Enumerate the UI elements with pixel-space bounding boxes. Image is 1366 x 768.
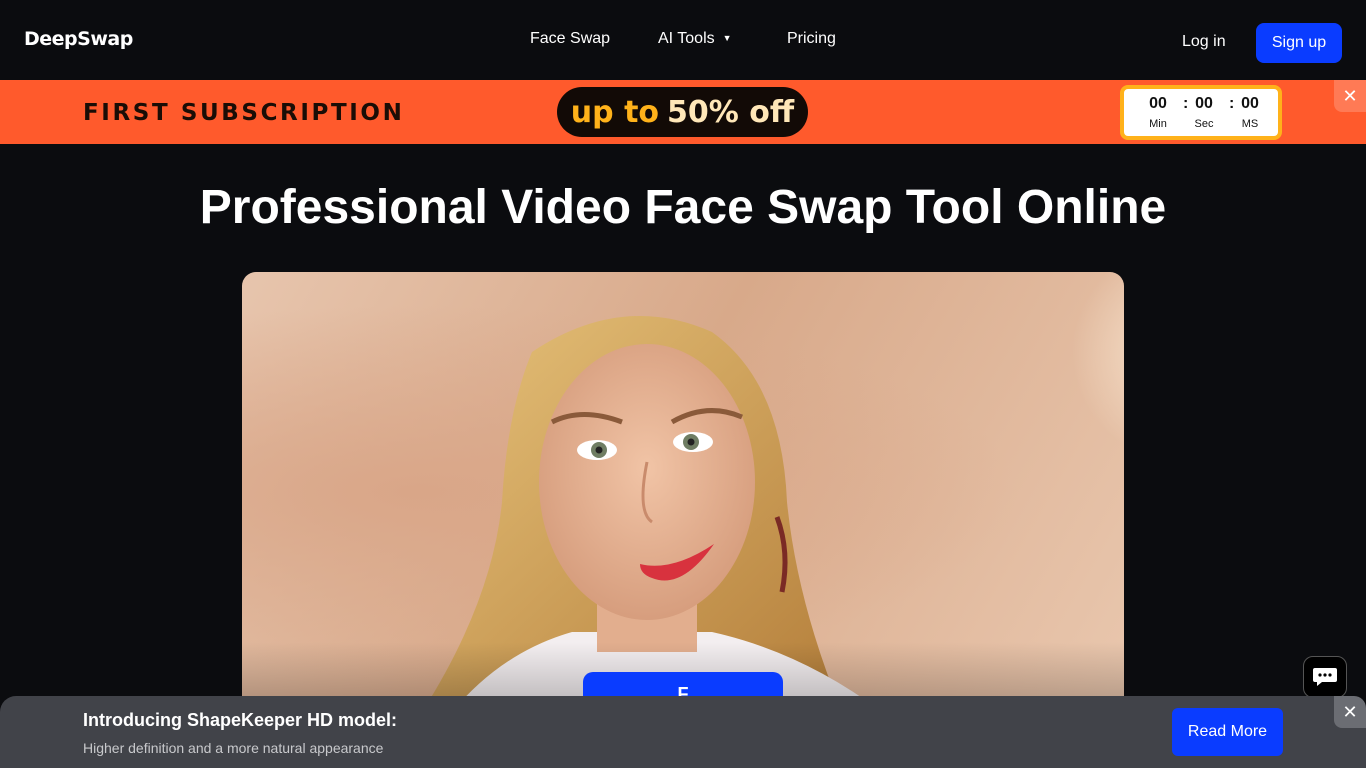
timer-ms-label: MS — [1241, 118, 1259, 130]
timer-minutes-value: 00 — [1149, 95, 1167, 112]
chat-icon[interactable] — [1303, 656, 1347, 698]
nav-ai-tools-label: AI Tools — [658, 30, 715, 47]
top-nav: DeepSwap Face Swap AI Tools ▼ Pricing Log… — [0, 0, 1366, 80]
nav-face-swap[interactable]: Face Swap — [530, 30, 610, 48]
read-more-button[interactable]: Read More — [1172, 708, 1283, 756]
announcement-title: Introducing ShapeKeeper HD model: — [83, 710, 398, 730]
signup-button[interactable]: Sign up — [1256, 23, 1342, 63]
close-icon[interactable]: ✕ — [1334, 80, 1366, 112]
countdown-timer: 00 Min : 00 Sec : 00 MS — [1120, 85, 1282, 140]
timer-seconds-label: Sec — [1194, 118, 1214, 130]
announcement-subtitle: Higher definition and a more natural app… — [83, 740, 384, 756]
timer-seconds: 00 Sec — [1184, 95, 1224, 130]
timer-seconds-value: 00 — [1195, 95, 1213, 112]
promo-offer-pill: up to 50% off — [557, 87, 808, 137]
timer-minutes-label: Min — [1149, 118, 1167, 130]
nav-pricing[interactable]: Pricing — [787, 30, 836, 48]
timer-ms: 00 MS — [1230, 95, 1270, 130]
announcement-bar: Introducing ShapeKeeper HD model: Higher… — [0, 696, 1366, 768]
close-icon[interactable]: ✕ — [1334, 696, 1366, 728]
portrait-illustration — [242, 316, 1124, 712]
promo-offer-value: 50% off — [667, 94, 795, 130]
login-link[interactable]: Log in — [1182, 33, 1226, 51]
page-title: Professional Video Face Swap Tool Online — [199, 181, 1167, 234]
nav-ai-tools[interactable]: AI Tools ▼ — [658, 30, 732, 48]
promo-offer-prefix: up to — [570, 94, 660, 130]
promo-banner[interactable]: FIRST SUBSCRIPTION up to 50% off 00 Min … — [0, 80, 1366, 144]
logo[interactable]: DeepSwap — [24, 28, 133, 50]
promo-title: FIRST SUBSCRIPTION — [83, 100, 405, 126]
hero-video[interactable] — [242, 272, 1124, 712]
timer-ms-value: 00 — [1241, 95, 1259, 112]
chevron-down-icon: ▼ — [722, 33, 732, 43]
timer-minutes: 00 Min — [1138, 95, 1178, 130]
